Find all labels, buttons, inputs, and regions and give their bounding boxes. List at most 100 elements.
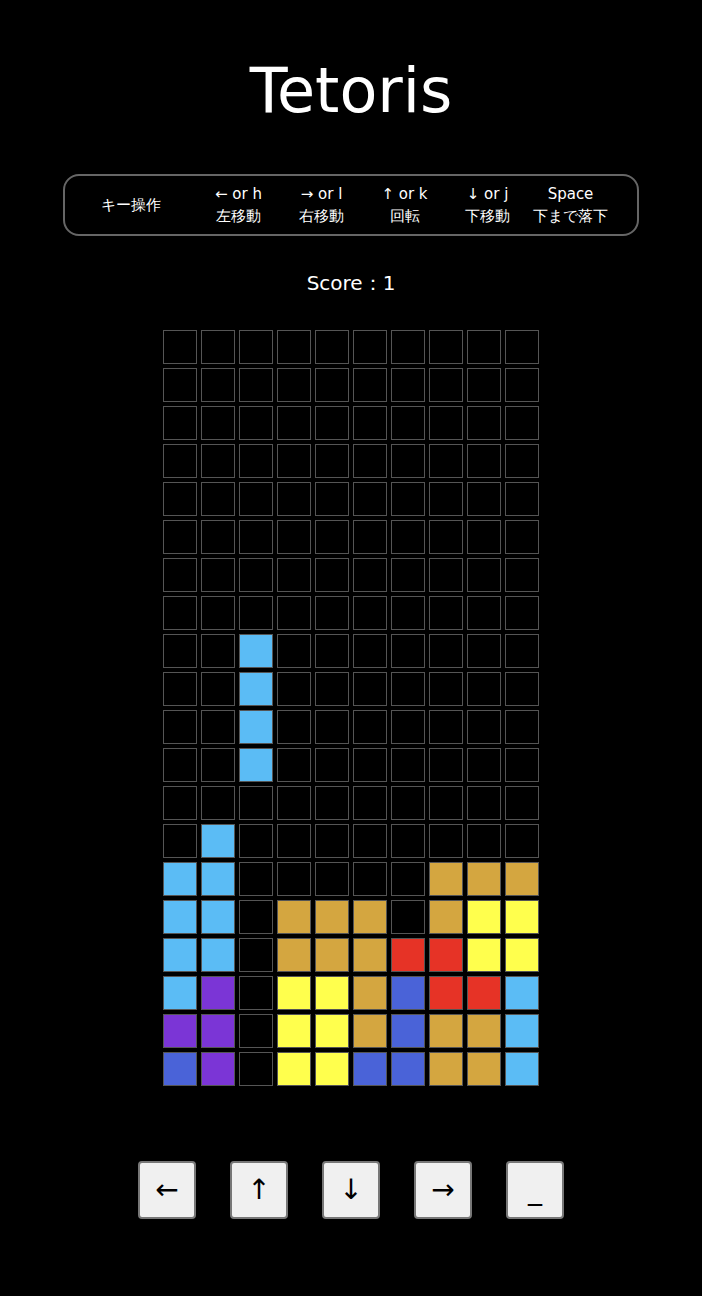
board-cell <box>201 672 235 706</box>
board-cell <box>163 976 197 1010</box>
board-cell <box>277 938 311 972</box>
board-cell <box>391 900 425 934</box>
control-action: 回転 <box>363 205 446 228</box>
board-cell <box>391 596 425 630</box>
board-cell <box>429 672 463 706</box>
board-cell <box>353 1052 387 1086</box>
board-cell <box>467 786 501 820</box>
board-cell <box>429 520 463 554</box>
board-cell <box>429 710 463 744</box>
board-cell <box>201 520 235 554</box>
board-cell <box>505 976 539 1010</box>
control-item: Space下まで落下 <box>529 183 612 228</box>
board-cell <box>201 786 235 820</box>
board-cell <box>315 938 349 972</box>
board-cell <box>353 710 387 744</box>
board-cell <box>239 938 273 972</box>
board-cell <box>353 406 387 440</box>
board-cell <box>239 748 273 782</box>
board-cell <box>353 900 387 934</box>
board-cell <box>391 482 425 516</box>
board-cell <box>429 368 463 402</box>
board-cell <box>315 558 349 592</box>
board-cell <box>315 900 349 934</box>
board-cell <box>201 824 235 858</box>
board-cell <box>201 406 235 440</box>
board-cell <box>163 634 197 668</box>
board-cell <box>239 558 273 592</box>
control-button[interactable]: → <box>414 1161 472 1219</box>
board-cell <box>429 634 463 668</box>
board-cell <box>429 1052 463 1086</box>
board-cell <box>315 710 349 744</box>
board-cell <box>163 330 197 364</box>
board-cell <box>163 558 197 592</box>
board-cell <box>239 482 273 516</box>
board-cell <box>467 482 501 516</box>
board-cell <box>429 938 463 972</box>
board-cell <box>315 596 349 630</box>
board-cell <box>467 368 501 402</box>
control-action: 下まで落下 <box>529 205 612 228</box>
control-key: ↓ or j <box>446 183 529 206</box>
board-cell <box>201 330 235 364</box>
board-cell <box>315 672 349 706</box>
board-cell <box>505 444 539 478</box>
board-cell <box>353 824 387 858</box>
board-cell <box>467 976 501 1010</box>
board-cell <box>505 368 539 402</box>
board-cell <box>163 520 197 554</box>
board-cell <box>163 710 197 744</box>
board-cell <box>353 748 387 782</box>
board-cell <box>201 368 235 402</box>
control-button[interactable]: ↓ <box>322 1161 380 1219</box>
board-cell <box>315 786 349 820</box>
board-cell <box>163 1014 197 1048</box>
board-cell <box>505 786 539 820</box>
board-cell <box>315 520 349 554</box>
board-cell <box>505 520 539 554</box>
board-cell <box>277 482 311 516</box>
board-cell <box>391 976 425 1010</box>
board-cell <box>353 596 387 630</box>
board-cell <box>163 862 197 896</box>
board-cell <box>163 406 197 440</box>
board-cell <box>353 938 387 972</box>
board-cell <box>315 368 349 402</box>
board-cell <box>467 596 501 630</box>
board-cell <box>391 786 425 820</box>
board-cell <box>505 748 539 782</box>
control-action: 下移動 <box>446 205 529 228</box>
board-cell <box>277 976 311 1010</box>
board-cell <box>429 482 463 516</box>
board-cell <box>467 862 501 896</box>
board-cell <box>277 862 311 896</box>
board-cell <box>277 520 311 554</box>
board-cell <box>163 672 197 706</box>
board-cell <box>391 558 425 592</box>
board-cell <box>315 634 349 668</box>
control-button[interactable]: ← <box>138 1161 196 1219</box>
board-cell <box>353 330 387 364</box>
board-cell <box>239 330 273 364</box>
control-button[interactable]: _ <box>506 1161 564 1219</box>
board-cell <box>239 1052 273 1086</box>
controls-label: キー操作 <box>65 194 197 217</box>
board-cell <box>239 634 273 668</box>
board-cell <box>201 710 235 744</box>
board-cell <box>505 596 539 630</box>
control-key: ← or h <box>197 183 280 206</box>
board-cell <box>315 444 349 478</box>
board-cell <box>467 672 501 706</box>
board-cell <box>429 824 463 858</box>
board-cell <box>391 368 425 402</box>
control-button[interactable]: ↑ <box>230 1161 288 1219</box>
control-item: ↑ or k回転 <box>363 183 446 228</box>
board-cell <box>277 710 311 744</box>
board-cell <box>391 520 425 554</box>
board-cell <box>505 938 539 972</box>
board-cell <box>429 786 463 820</box>
board-cell <box>315 330 349 364</box>
control-item: → or l右移動 <box>280 183 363 228</box>
board-cell <box>163 482 197 516</box>
